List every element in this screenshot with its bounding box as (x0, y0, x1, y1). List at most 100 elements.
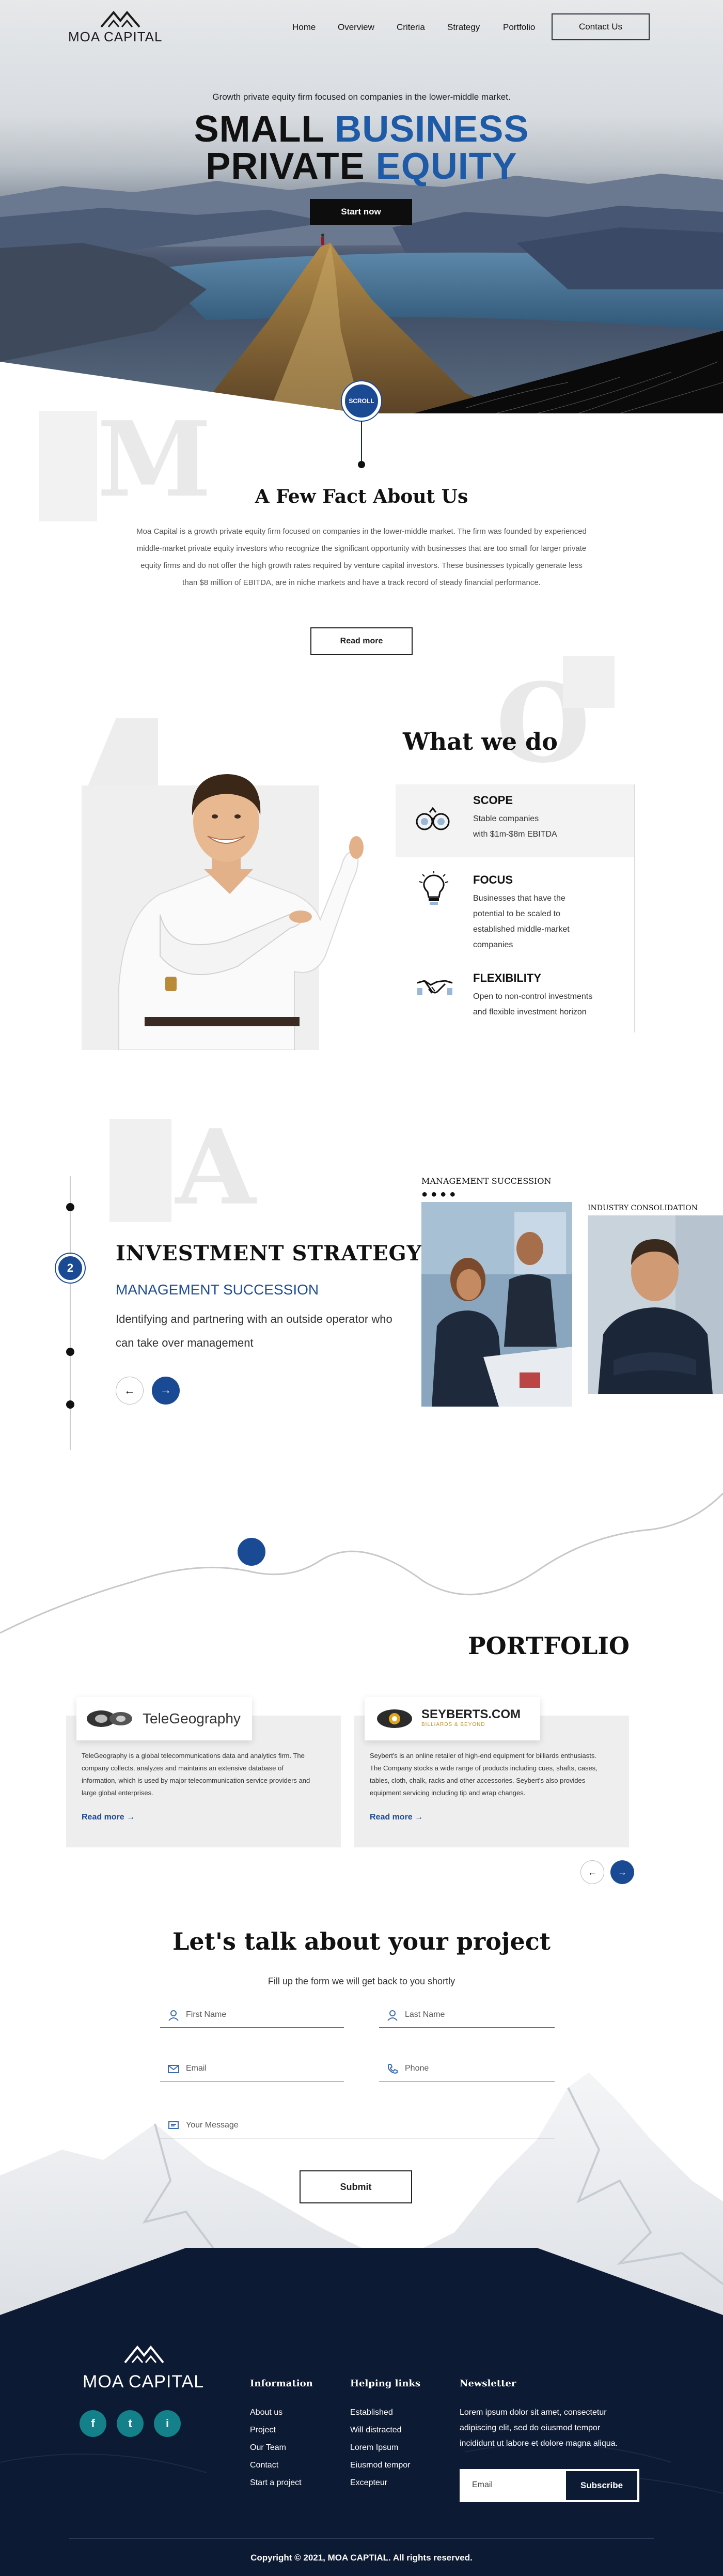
phone-icon (388, 2064, 398, 2074)
binoculars-icon (416, 807, 450, 830)
footer-link-project[interactable]: Project (250, 2426, 276, 2435)
footer-link-lorem[interactable]: Lorem Ipsum (350, 2443, 398, 2452)
footer-link-eiusmod[interactable]: Eiusmod tempor (350, 2461, 411, 2470)
hero-title-small: SMALL (194, 109, 324, 150)
arrow-right-icon: → (127, 1813, 135, 1822)
subscribe-button[interactable]: Subscribe (566, 2471, 637, 2500)
footer-link-team[interactable]: Our Team (250, 2443, 286, 2452)
wwd-decor-square (563, 656, 615, 708)
phone-placeholder: Phone (405, 2064, 429, 2073)
service-scope: SCOPE Stable companies with $1m-$8m EBIT… (396, 784, 634, 857)
timeline-step-2-active[interactable]: 2 (56, 1254, 85, 1283)
nav-portfolio[interactable]: Portfolio (503, 22, 535, 33)
industry-consolidation-image[interactable] (588, 1215, 723, 1394)
hero-title-private: PRIVATE (206, 146, 365, 187)
footer-link-start-project[interactable]: Start a project (250, 2478, 302, 2488)
start-now-button[interactable]: Start now (310, 199, 412, 225)
logo-text[interactable]: MOA CAPITAL (68, 29, 162, 45)
card-consolidation-label: INDUSTRY CONSOLIDATION (588, 1204, 698, 1212)
read-more-button[interactable]: Read more (310, 627, 413, 655)
footer-link-contact[interactable]: Contact (250, 2461, 278, 2470)
message-icon (168, 2121, 179, 2129)
nav-overview[interactable]: Overview (338, 22, 374, 33)
envelope-icon (168, 2065, 179, 2073)
service-focus: FOCUS Businesses that have the potential… (396, 868, 634, 951)
seyberts-logo-tagline: BILLIARDS & BEYOND (421, 1722, 485, 1727)
footer-divider (69, 2538, 654, 2539)
timeline-step-3[interactable] (66, 1348, 74, 1356)
scope-title: SCOPE (473, 794, 513, 807)
strategy-bg-letter: A (176, 1107, 256, 1228)
strategy-prev-button[interactable]: ← (116, 1377, 144, 1405)
what-we-do-title: What we do (403, 728, 558, 755)
footer-link-about[interactable]: About us (250, 2408, 282, 2417)
strategy-text: Identifying and partnering with an outsi… (116, 1313, 392, 1349)
footer-link-excepteur[interactable]: Excepteur (350, 2478, 387, 2488)
telegeography-text: TeleGeography is a global telecommunicat… (82, 1752, 310, 1797)
hero-section: MOA CAPITAL Home Overview Criteria Strat… (0, 0, 723, 413)
arrow-right-icon: → (415, 1813, 423, 1822)
footer-logo-mountain-icon[interactable] (122, 2344, 166, 2365)
submit-button[interactable]: Submit (300, 2170, 412, 2203)
twitter-icon[interactable]: t (117, 2410, 144, 2437)
email-field[interactable]: Email (160, 2061, 344, 2081)
person-pointing-image (118, 774, 364, 1050)
message-field[interactable]: Your Message (160, 2118, 555, 2138)
phone-field[interactable]: Phone (379, 2061, 555, 2081)
hero-title-line1: SMALL BUSINESS (0, 109, 723, 150)
facebook-icon[interactable]: f (80, 2410, 106, 2437)
strategy-decor-block (109, 1119, 171, 1222)
footer-logo-text[interactable]: MOA CAPITAL (83, 2372, 204, 2392)
scroll-button[interactable]: SCROLL (342, 381, 381, 421)
focus-line-3: established middle-market (473, 925, 570, 934)
portfolio-card-telegeography: TeleGeography TeleGeography is a global … (66, 1697, 341, 1847)
lightbulb-icon (419, 871, 449, 905)
first-name-field[interactable]: First Name (160, 2007, 344, 2028)
timeline-step-1[interactable] (66, 1203, 74, 1211)
seyberts-text: Seybert's is an online retailer of high-… (370, 1752, 598, 1797)
scroll-line (361, 421, 362, 463)
scope-line-1: Stable companies (473, 814, 539, 823)
strategy-subtitle: MANAGEMENT SUCCESSION (116, 1282, 319, 1298)
facts-body: Moa Capital is a growth private equity f… (136, 527, 587, 587)
nav-strategy[interactable]: Strategy (447, 22, 480, 33)
focus-line-1: Businesses that have the (473, 894, 565, 903)
contact-us-button[interactable]: Contact Us (552, 13, 650, 40)
hero-title-line2: PRIVATE EQUITY (0, 146, 723, 187)
management-succession-image[interactable] (421, 1202, 572, 1407)
portfolio-next-button[interactable]: → (610, 1860, 634, 1884)
portfolio-wave-dot (238, 1538, 265, 1566)
instagram-icon[interactable]: i (154, 2410, 181, 2437)
footer-link-distracted[interactable]: Will distracted (350, 2426, 402, 2435)
scope-line-2: with $1m-$8m EBITDA (473, 830, 557, 839)
navbar: MOA CAPITAL Home Overview Criteria Strat… (0, 0, 723, 52)
nav-home[interactable]: Home (292, 22, 316, 33)
timeline-step-4[interactable] (66, 1400, 74, 1409)
footer-link-established[interactable]: Established (350, 2408, 393, 2417)
portfolio-prev-button[interactable]: ← (580, 1860, 604, 1884)
facts-title: A Few Fact About Us (255, 486, 468, 507)
wwd-divider (634, 784, 635, 1032)
user-icon (387, 2010, 398, 2021)
hero-title-business: BUSINESS (335, 109, 529, 150)
telegeography-read-more[interactable]: Read more → (82, 1813, 135, 1822)
newsletter-email-input[interactable]: Email (472, 2480, 493, 2490)
hero-subtitle: Growth private equity firm focused on co… (212, 92, 511, 102)
logo-mountain-icon[interactable] (98, 9, 143, 29)
footer-info-title: Information (250, 2378, 313, 2389)
nav-criteria[interactable]: Criteria (397, 22, 425, 33)
last-name-field[interactable]: Last Name (379, 2007, 555, 2028)
newsletter-text: Lorem ipsum dolor sit amet, consectetur … (460, 2408, 618, 2448)
telegeography-globe-icon (87, 1710, 132, 1727)
portfolio-wave-decor (0, 1492, 723, 1634)
strategy-next-button[interactable]: → (152, 1377, 180, 1405)
email-placeholder: Email (186, 2064, 207, 2073)
flexibility-title: FLEXIBILITY (473, 971, 541, 984)
service-flexibility: FLEXIBILITY Open to non-control investme… (396, 967, 634, 1029)
telegeography-logo[interactable]: TeleGeography (76, 1697, 252, 1740)
flexibility-line-2: and flexible investment horizon (473, 1008, 587, 1016)
newsletter-form: Email Subscribe (460, 2469, 639, 2502)
seyberts-logo[interactable]: SEYBERTS.COM BILLIARDS & BEYOND (365, 1697, 540, 1740)
seyberts-read-more[interactable]: Read more → (370, 1813, 423, 1822)
read-more-label: Read more (82, 1813, 124, 1822)
